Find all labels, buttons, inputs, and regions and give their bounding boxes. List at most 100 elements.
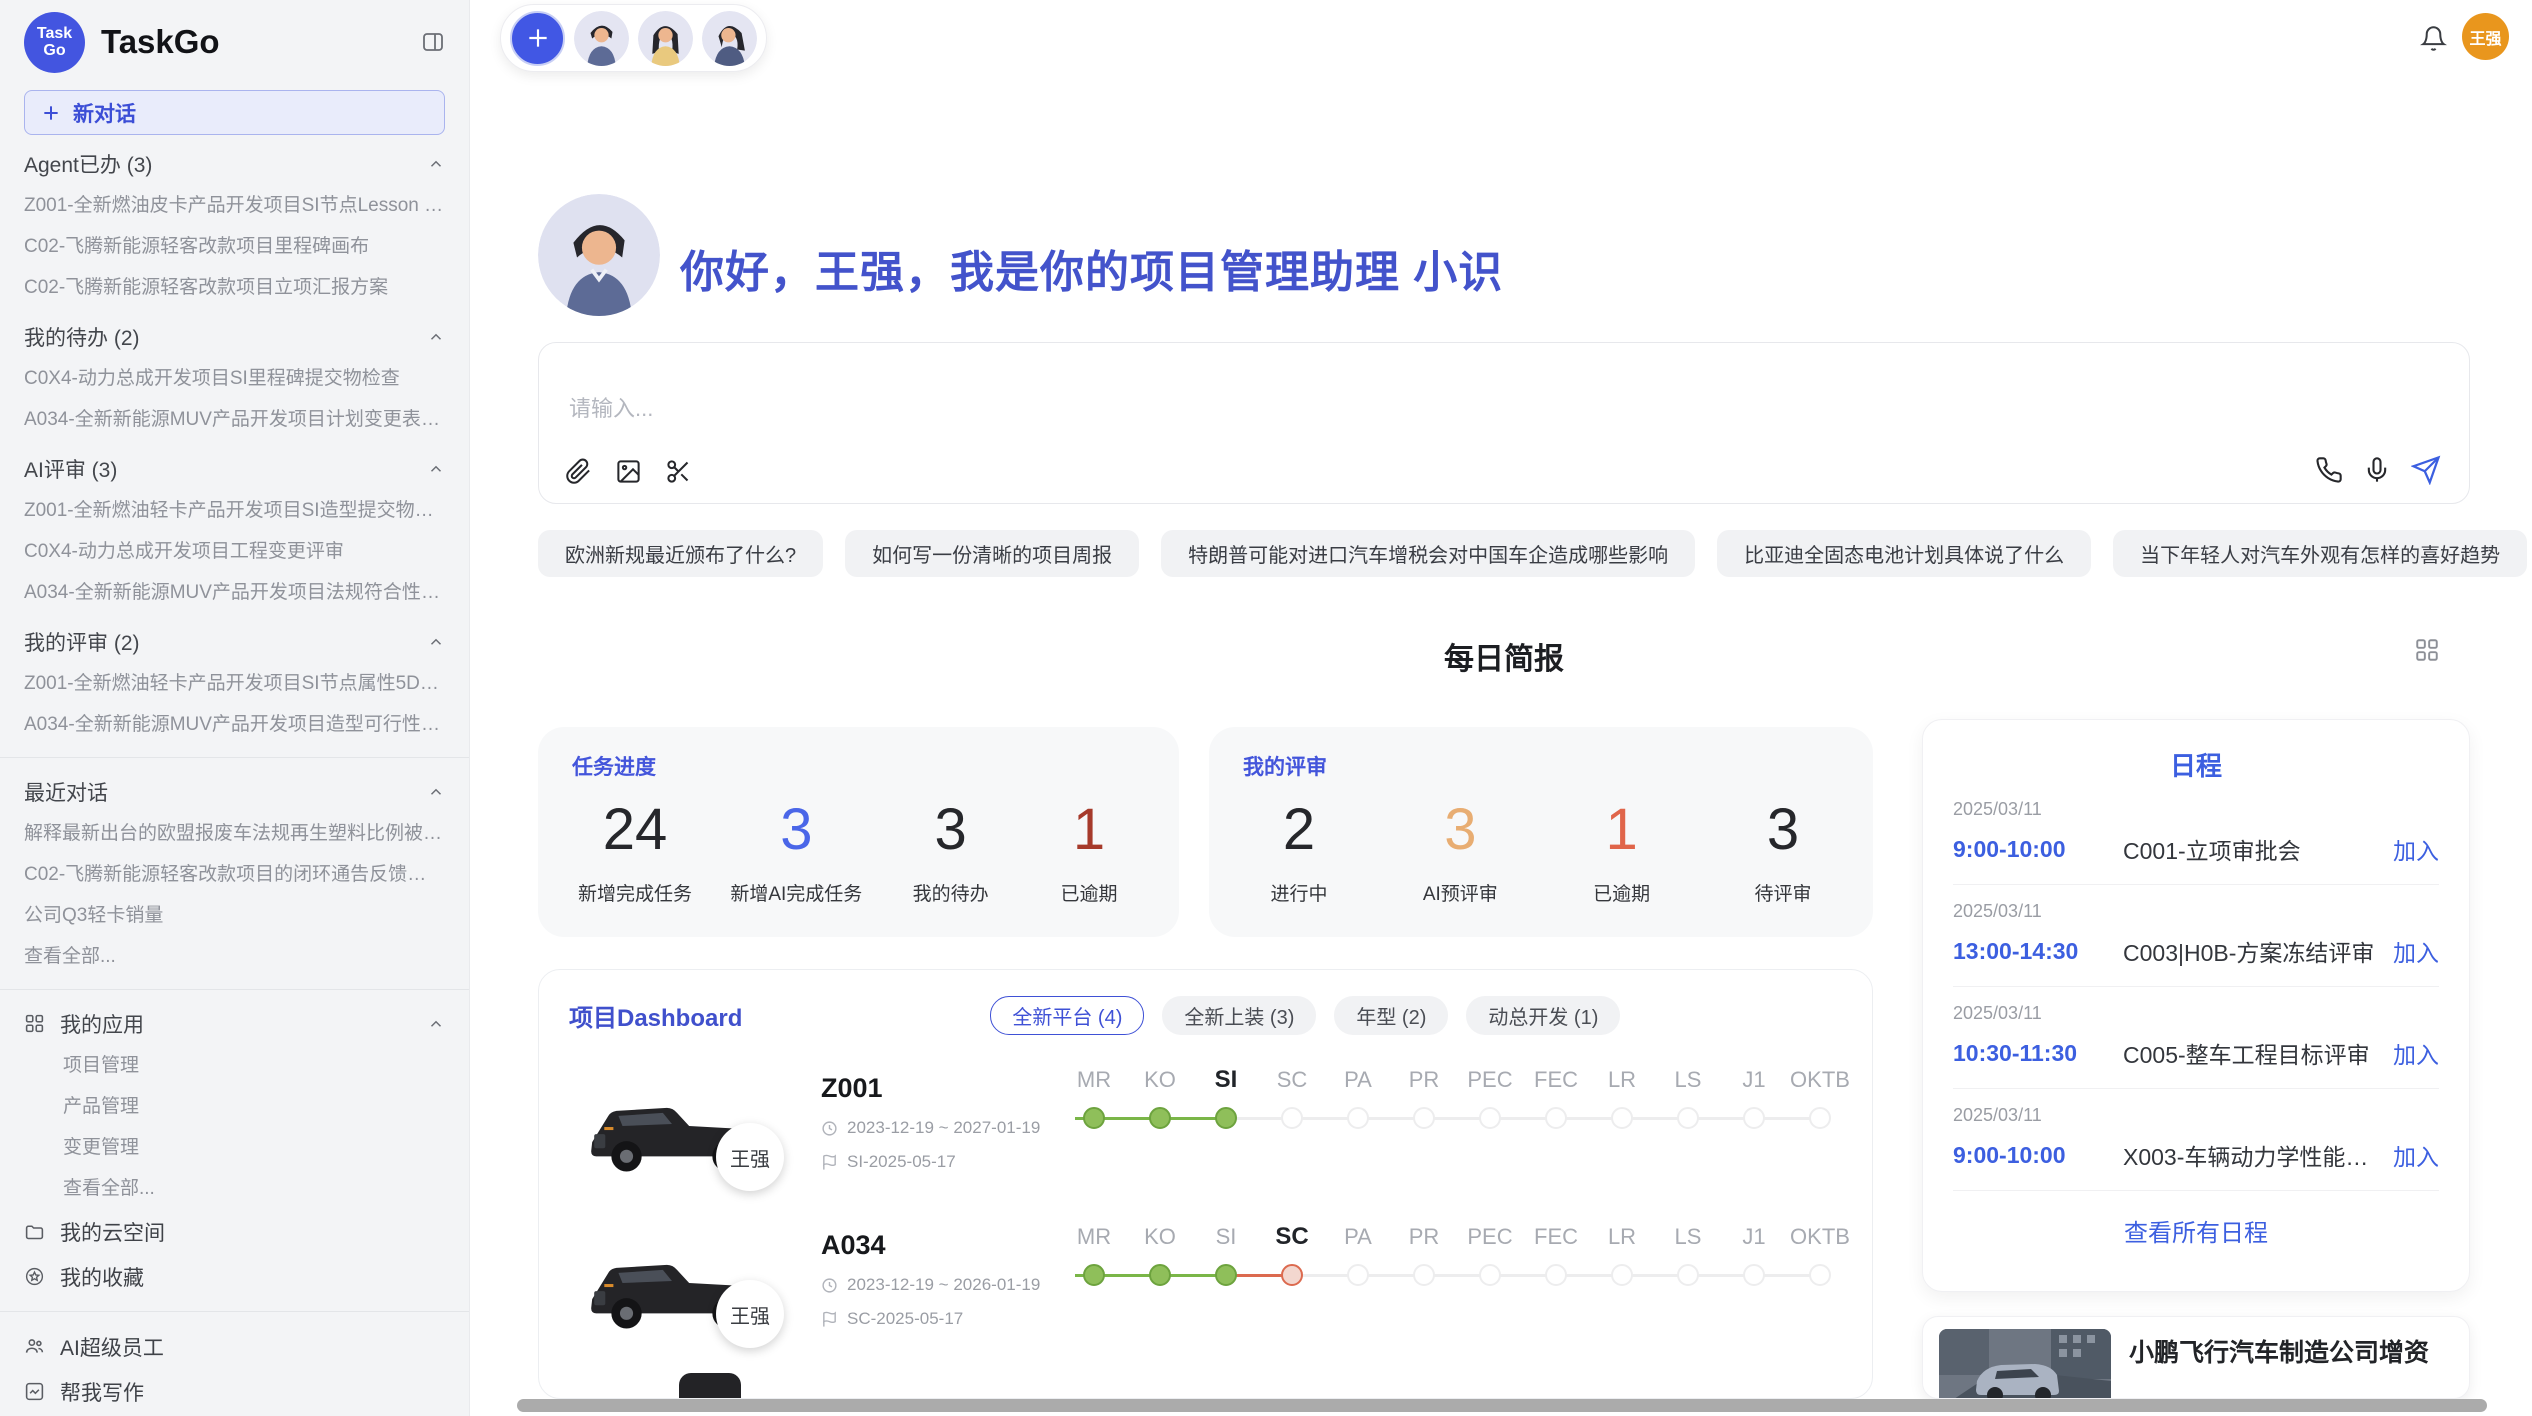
view-all-schedule-link[interactable]: 查看所有日程: [1953, 1213, 2439, 1248]
schedule-item[interactable]: 2025/03/11 13:00-14:30 C003|H0B-方案冻结评审 加…: [1953, 885, 2439, 987]
chevron-up-icon[interactable]: [427, 328, 445, 346]
milestone-node[interactable]: [1083, 1107, 1105, 1129]
microphone-icon[interactable]: [2363, 456, 2391, 484]
sidebar-task-item[interactable]: C02-飞腾新能源轻客改款项目立项汇报方案: [24, 267, 445, 308]
milestone-node[interactable]: [1479, 1107, 1501, 1129]
tab-year-model[interactable]: 年型 (2): [1334, 996, 1448, 1035]
send-icon[interactable]: [2411, 455, 2441, 485]
milestone-node[interactable]: [1743, 1264, 1765, 1286]
join-meeting-link[interactable]: 加入: [2393, 832, 2439, 866]
avatar[interactable]: [638, 11, 693, 66]
milestone-node[interactable]: [1611, 1107, 1633, 1129]
schedule-item[interactable]: 2025/03/11 10:30-11:30 C005-整车工程目标评审 加入: [1953, 987, 2439, 1089]
milestone-node[interactable]: [1545, 1264, 1567, 1286]
app-item-product-mgmt[interactable]: 产品管理: [24, 1086, 445, 1127]
milestone-node[interactable]: [1743, 1107, 1765, 1129]
tab-powertrain[interactable]: 动总开发 (1): [1466, 996, 1620, 1035]
sidebar-task-item[interactable]: Z001-全新燃油皮卡产品开发项目SI节点Lesson Learn报告: [24, 185, 445, 226]
suggestion-chip[interactable]: 当下年轻人对汽车外观有怎样的喜好趋势: [2113, 530, 2527, 577]
add-contact-button[interactable]: [510, 11, 565, 66]
chat-input[interactable]: [567, 395, 1771, 423]
recent-chat-item[interactable]: 公司Q3轻卡销量: [24, 895, 445, 936]
section-my-apps[interactable]: 我的应用: [24, 1002, 445, 1045]
news-card[interactable]: 小鹏飞行汽车制造公司增资 天眼查 App 显示，近日广州汇天飞行汽...: [1922, 1316, 2470, 1399]
milestone-node[interactable]: [1347, 1107, 1369, 1129]
milestone-node[interactable]: [1281, 1264, 1303, 1286]
scissors-icon[interactable]: [665, 458, 692, 485]
avatar[interactable]: [574, 11, 629, 66]
flag-icon: [821, 1154, 838, 1171]
milestone-node[interactable]: [1149, 1264, 1171, 1286]
sidebar-task-item[interactable]: A034-全新新能源MUV产品开发项目计划变更表编写: [24, 399, 445, 440]
suggestion-chip[interactable]: 欧洲新规最近颁布了什么?: [538, 530, 823, 577]
layout-grid-icon[interactable]: [2414, 637, 2440, 663]
schedule-time: 9:00-10:00: [1953, 836, 2123, 863]
project-row[interactable]: 王强 Z001 2023-12-19 ~ 2027-01-19 SI-2025-…: [574, 1059, 1854, 1191]
user-avatar[interactable]: 王强: [2462, 13, 2509, 60]
image-icon[interactable]: [615, 458, 642, 485]
avatar[interactable]: [702, 11, 757, 66]
sidebar-task-item[interactable]: C0X4-动力总成开发项目工程变更评审: [24, 531, 445, 572]
new-chat-button[interactable]: 新对话: [24, 90, 445, 135]
schedule-item[interactable]: 2025/03/11 9:00-10:00 X003-车辆动力学性能验... 加…: [1953, 1089, 2439, 1191]
milestone-node[interactable]: [1545, 1107, 1567, 1129]
phone-call-icon[interactable]: [2315, 456, 2343, 484]
chevron-up-icon[interactable]: [427, 155, 445, 173]
schedule-item[interactable]: 2025/03/11 9:00-10:00 C001-立项审批会 加入: [1953, 783, 2439, 885]
chevron-up-icon[interactable]: [427, 1015, 445, 1033]
project-row[interactable]: 王强 A034 2023-12-19 ~ 2026-01-19 SC-2025-…: [574, 1216, 1854, 1348]
join-meeting-link[interactable]: 加入: [2393, 934, 2439, 968]
app-item-project-mgmt[interactable]: 项目管理: [24, 1045, 445, 1086]
milestone-node[interactable]: [1413, 1264, 1435, 1286]
sidebar-item-ai-super-staff[interactable]: AI超级员工: [24, 1324, 445, 1369]
section-recent-chats[interactable]: 最近对话: [24, 770, 445, 813]
app-item-change-mgmt[interactable]: 变更管理: [24, 1127, 445, 1168]
section-agent-done[interactable]: Agent已办 (3): [24, 142, 445, 185]
suggestion-chip[interactable]: 如何写一份清晰的项目周报: [845, 530, 1139, 577]
chevron-up-icon[interactable]: [427, 633, 445, 651]
milestone-node[interactable]: [1809, 1264, 1831, 1286]
section-my-todo[interactable]: 我的待办 (2): [24, 315, 445, 358]
milestone-node[interactable]: [1281, 1107, 1303, 1129]
chevron-up-icon[interactable]: [427, 783, 445, 801]
milestone-node[interactable]: [1677, 1264, 1699, 1286]
collapse-sidebar-icon[interactable]: [421, 30, 445, 54]
milestone-node[interactable]: [1611, 1264, 1633, 1286]
sidebar-task-item[interactable]: A034-全新新能源MUV产品开发项目造型可行性评审: [24, 704, 445, 745]
suggestion-chip[interactable]: 比亚迪全固态电池计划具体说了什么: [1717, 530, 2091, 577]
milestone-node[interactable]: [1347, 1264, 1369, 1286]
suggestion-chip[interactable]: 特朗普可能对进口汽车增税会对中国车企造成哪些影响: [1161, 530, 1695, 577]
sidebar-item-cloud-space[interactable]: 我的云空间: [24, 1209, 445, 1254]
section-my-review[interactable]: 我的评审 (2): [24, 620, 445, 663]
sidebar-item-favorites[interactable]: 我的收藏: [24, 1254, 445, 1299]
join-meeting-link[interactable]: 加入: [2393, 1138, 2439, 1172]
milestone-node[interactable]: [1809, 1107, 1831, 1129]
milestone-node[interactable]: [1215, 1107, 1237, 1129]
chevron-up-icon[interactable]: [427, 460, 445, 478]
sidebar-task-item[interactable]: A034-全新新能源MUV产品开发项目法规符合性评审: [24, 572, 445, 613]
recent-chat-item[interactable]: C02-飞腾新能源轻客改款项目的闭环通告反馈情况: [24, 854, 445, 895]
sidebar-item-help-me-write[interactable]: 帮我写作: [24, 1369, 445, 1414]
join-meeting-link[interactable]: 加入: [2393, 1036, 2439, 1070]
notification-bell-icon[interactable]: [2420, 25, 2447, 52]
sidebar-task-item[interactable]: C02-飞腾新能源轻客改款项目里程碑画布: [24, 226, 445, 267]
tab-new-body[interactable]: 全新上装 (3): [1162, 996, 1316, 1035]
milestone-node[interactable]: [1215, 1264, 1237, 1286]
view-all-chats-link[interactable]: 查看全部...: [24, 936, 445, 977]
milestone-node[interactable]: [1479, 1264, 1501, 1286]
milestone-strip: MR KO SI SC PA PR PEC FEC LR LS J1 OKTB: [1061, 1065, 1853, 1129]
sidebar-task-item[interactable]: Z001-全新燃油轻卡产品开发项目SI节点属性5D文件评审: [24, 663, 445, 704]
attachment-icon[interactable]: [565, 458, 592, 485]
milestone-node[interactable]: [1083, 1264, 1105, 1286]
tab-new-platform[interactable]: 全新平台 (4): [990, 996, 1144, 1035]
recent-chat-item[interactable]: 解释最新出台的欧盟报废车法规再生塑料比例被调至15%...: [24, 813, 445, 854]
project-row[interactable]: [574, 1373, 1854, 1399]
sidebar-task-item[interactable]: C0X4-动力总成开发项目SI里程碑提交物检查: [24, 358, 445, 399]
sidebar-task-item[interactable]: Z001-全新燃油轻卡产品开发项目SI造型提交物评审: [24, 490, 445, 531]
milestone-node[interactable]: [1677, 1107, 1699, 1129]
milestone-node[interactable]: [1149, 1107, 1171, 1129]
milestone-node[interactable]: [1413, 1107, 1435, 1129]
view-all-apps-link[interactable]: 查看全部...: [24, 1168, 445, 1209]
section-ai-review[interactable]: AI评审 (3): [24, 447, 445, 490]
horizontal-scrollbar[interactable]: [517, 1399, 2487, 1412]
